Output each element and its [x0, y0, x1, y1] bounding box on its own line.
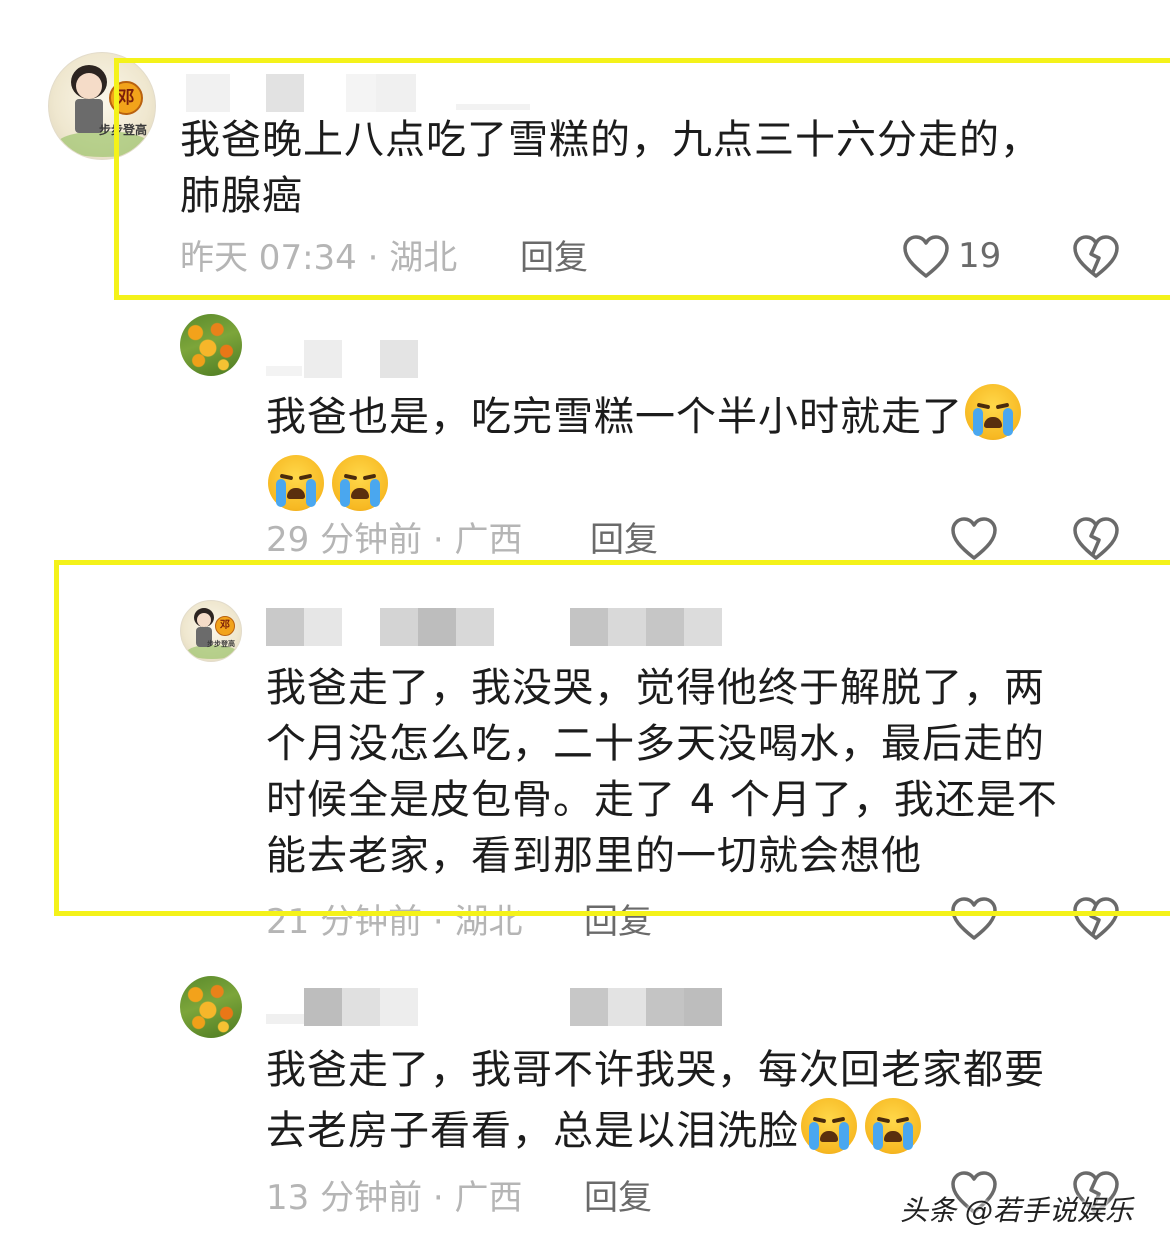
- dislike-button[interactable]: [1072, 896, 1119, 942]
- comment-text-line: 我爸晚上八点吃了雪糕的，九点三十六分走的，: [180, 117, 1041, 163]
- dislike-button[interactable]: [1072, 516, 1119, 562]
- broken-heart-icon: [1073, 235, 1119, 278]
- crying-face-emoji: [965, 384, 1021, 440]
- crying-face-emoji: [332, 455, 388, 511]
- crying-face-emoji: [801, 1098, 857, 1154]
- username-blurred[interactable]: [266, 340, 466, 378]
- like-count: 19: [958, 236, 1002, 276]
- reply-button[interactable]: 回复: [590, 520, 658, 560]
- heart-icon: [903, 235, 949, 278]
- comment-2: 我爸也是，吃完雪糕一个半小时就走了 29 分钟前 · 广西 回复: [0, 300, 1170, 570]
- comment-1: 邓 步步登高 我爸晚上八点吃了雪糕的，九点三十六分走的， 肺腺癌 昨天 07:3…: [0, 0, 1170, 300]
- avatar-caption: 步步登高: [207, 640, 235, 648]
- comment-meta: 昨天 07:34 · 湖北: [180, 238, 458, 278]
- like-button[interactable]: 19: [902, 234, 1012, 280]
- reply-button[interactable]: 回复: [584, 902, 652, 942]
- avatar-girl-sticker[interactable]: 邓 步步登高: [180, 600, 242, 662]
- dislike-button[interactable]: [1072, 234, 1119, 280]
- avatar-girl-face: [76, 73, 102, 99]
- broken-heart-icon: [1073, 897, 1119, 940]
- watermark: 头条 @若手说娱乐: [900, 1194, 1133, 1227]
- comment-3: 邓 步步登高 我爸走了，我没哭，觉得他终于解脱了，两 个月没怎么吃，二十多天没喝…: [0, 570, 1170, 960]
- avatar-girl-sticker[interactable]: 邓 步步登高: [48, 52, 156, 160]
- heart-icon: [951, 517, 997, 560]
- username-blurred[interactable]: [186, 74, 536, 112]
- comment-text-line: 个月没怎么吃，二十多天没喝水，最后走的: [266, 721, 1045, 767]
- comment-text-line: 能去老家，看到那里的一切就会想他: [266, 833, 922, 879]
- comment-meta: 29 分钟前 · 广西: [266, 520, 523, 560]
- avatar-flower-field[interactable]: [180, 314, 242, 376]
- crying-face-emoji: [268, 455, 324, 511]
- reply-button[interactable]: 回复: [520, 238, 588, 278]
- comment-text: 我爸也是，吃完雪糕一个半小时就走了: [266, 384, 1146, 516]
- comment-text-line: 我爸也是，吃完雪糕一个半小时就走了: [266, 394, 963, 440]
- comment-text-line: 去老房子看看，总是以泪洗脸: [266, 1108, 799, 1154]
- comment-text-line: 我爸走了，我没哭，觉得他终于解脱了，两: [266, 665, 1045, 711]
- avatar-caption: 步步登高: [99, 123, 148, 137]
- broken-heart-icon: [1073, 517, 1119, 560]
- like-button[interactable]: [950, 516, 998, 562]
- comment-text: 我爸走了，我哥不许我哭，每次回老家都要 去老房子看看，总是以泪洗脸: [266, 1042, 1146, 1159]
- comment-text-line: 时候全是皮包骨。走了 4 个月了，我还是不: [266, 777, 1058, 823]
- username-blurred[interactable]: [266, 988, 726, 1026]
- avatar-flower-field[interactable]: [180, 976, 242, 1038]
- heart-icon: [951, 897, 997, 940]
- avatar-girl-face: [197, 613, 211, 627]
- comment-meta: 21 分钟前 · 湖北: [266, 902, 523, 942]
- reply-button[interactable]: 回复: [584, 1178, 652, 1218]
- comment-text-line: 我爸走了，我哥不许我哭，每次回老家都要: [266, 1047, 1045, 1093]
- comment-text: 我爸走了，我没哭，觉得他终于解脱了，两 个月没怎么吃，二十多天没喝水，最后走的 …: [266, 660, 1146, 884]
- username-blurred[interactable]: [266, 608, 726, 646]
- comment-text: 我爸晚上八点吃了雪糕的，九点三十六分走的， 肺腺癌: [180, 112, 1140, 224]
- comment-text-line: 肺腺癌: [180, 173, 303, 219]
- avatar-badge: 邓: [109, 81, 143, 115]
- like-button[interactable]: [950, 896, 998, 942]
- comment-meta: 13 分钟前 · 广西: [266, 1178, 523, 1218]
- crying-face-emoji: [865, 1098, 921, 1154]
- avatar-badge: 邓: [215, 616, 235, 636]
